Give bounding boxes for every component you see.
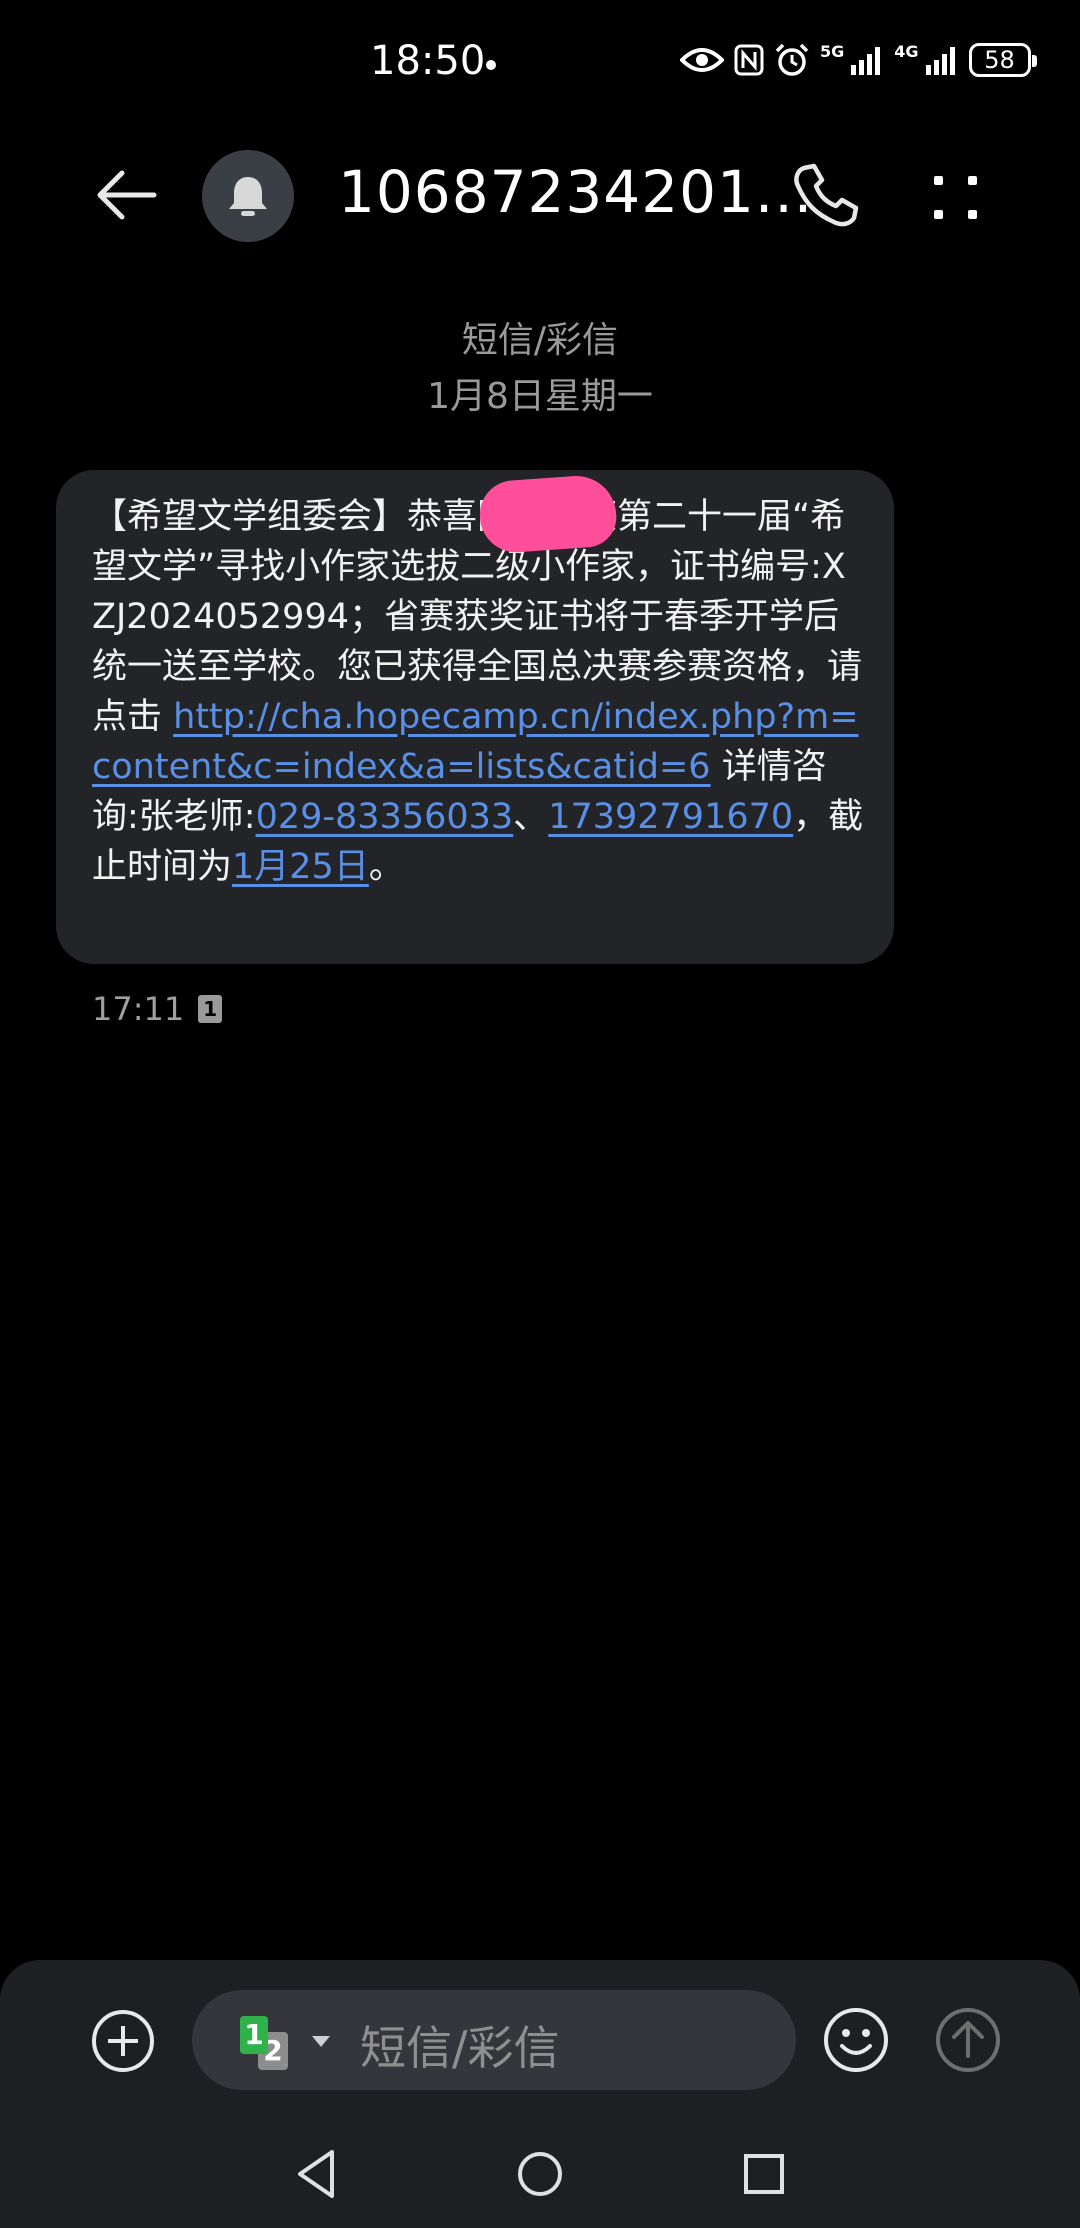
message-date: 1月8日星期一 — [427, 376, 653, 417]
back-arrow-icon[interactable] — [92, 160, 162, 230]
conversation-title: 10687234201... — [338, 158, 814, 226]
message-input-placeholder: 短信/彩信 — [360, 2021, 560, 2075]
nav-home-icon[interactable] — [510, 2144, 570, 2204]
redaction-mark — [477, 473, 619, 555]
send-icon[interactable] — [934, 2006, 1002, 2074]
nav-recents-icon[interactable] — [734, 2144, 794, 2204]
date-link[interactable]: 1月25日 — [232, 847, 369, 887]
phone-call-icon[interactable] — [790, 160, 860, 230]
compose-bar: 2 1 短信/彩信 — [0, 1960, 1080, 2120]
signal-icon-sim1 — [851, 47, 881, 75]
battery-indicator: 58 — [968, 43, 1037, 77]
add-attachment-icon[interactable] — [92, 2010, 154, 2072]
sim-badge-icon: 1 — [198, 995, 223, 1023]
emoji-icon[interactable] — [822, 2006, 890, 2074]
message-text-part: 。 — [368, 847, 404, 887]
message-input[interactable]: 2 1 短信/彩信 — [192, 1990, 796, 2090]
sim1-icon: 1 — [240, 2016, 268, 2054]
message-type-label: 短信/彩信 — [461, 320, 619, 361]
message-meta: 17:11 1 — [92, 990, 223, 1028]
phone-link-1[interactable]: 029-83356033 — [256, 797, 514, 837]
sim-selector[interactable]: 2 1 — [240, 2016, 300, 2070]
contact-avatar[interactable] — [202, 150, 294, 242]
alarm-icon — [775, 43, 809, 76]
chevron-down-icon[interactable] — [312, 2036, 330, 2047]
nav-back-icon[interactable] — [288, 2144, 348, 2204]
status-icons: 5G 4G 58 — [680, 40, 1037, 80]
conversation-header: 10687234201... — [0, 130, 1080, 260]
eye-icon — [680, 48, 724, 72]
conversation-info: 短信/彩信 1月8日星期一 — [0, 318, 1080, 422]
message-text-part: 【希望文学组委会】恭喜 — [92, 497, 478, 537]
status-bar: 18:50 5G 4G 58 — [0, 0, 1080, 130]
bell-icon — [229, 177, 267, 216]
message-bubble[interactable]: 【希望文学组委会】恭喜同学荣获第二十一届“希望文学”寻找小作家选拔二级小作家，证… — [56, 470, 894, 964]
system-nav-bar — [0, 2120, 1080, 2228]
message-time: 17:11 — [92, 990, 185, 1028]
message-text-part: 、 — [513, 797, 549, 837]
network-5g-label: 5G — [820, 42, 845, 61]
message-text: 【希望文学组委会】恭喜同学荣获第二十一届“希望文学”寻找小作家选拔二级小作家，证… — [92, 492, 864, 892]
signal-icon-sim2 — [925, 47, 955, 75]
location-icon — [486, 60, 496, 70]
network-4g-label: 4G — [894, 42, 919, 61]
more-options-icon[interactable] — [928, 170, 988, 230]
phone-link-2[interactable]: 17392791670 — [548, 797, 793, 837]
status-time: 18:50 — [370, 38, 486, 84]
nfc-icon — [734, 44, 764, 76]
